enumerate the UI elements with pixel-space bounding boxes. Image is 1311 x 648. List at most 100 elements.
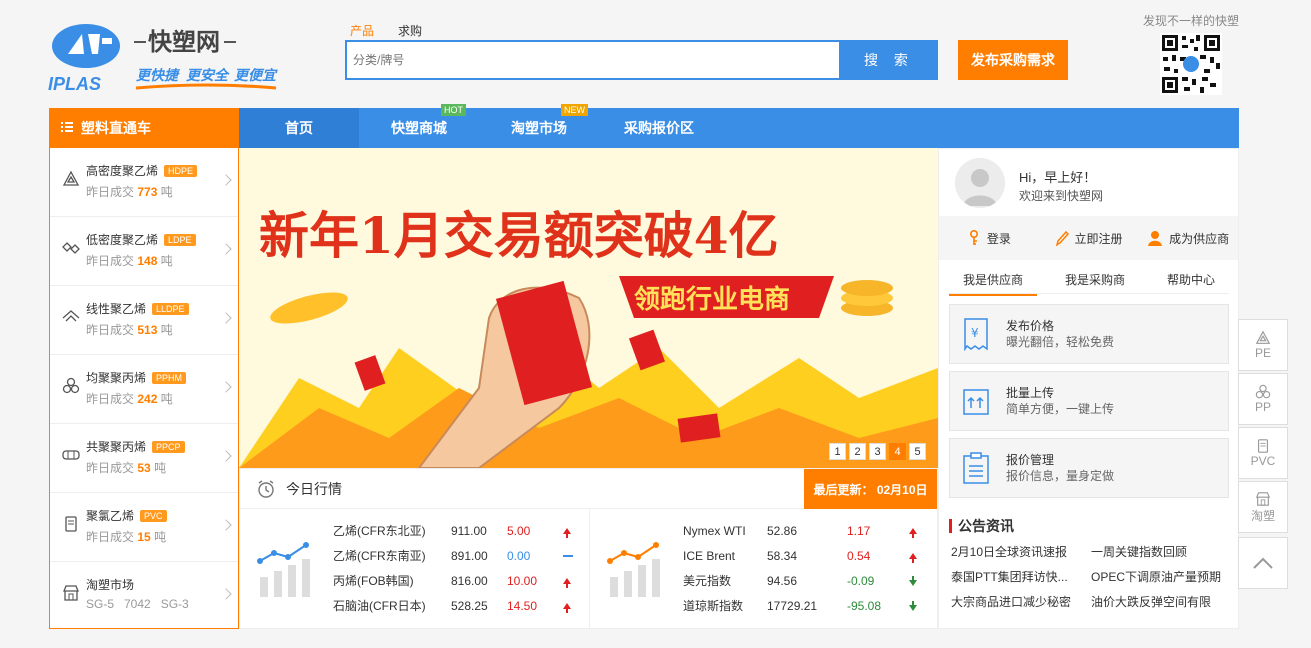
- market-name: 美元指数: [683, 574, 732, 588]
- notice-section: 公告资讯 2月10日全球资讯速报 一周关键指数回顾 泰国PTT集团拜访快... …: [939, 511, 1238, 628]
- sidebar-item-pvc[interactable]: 聚氯乙烯 PVC 昨日成交 15 吨: [50, 493, 238, 562]
- nav-quote[interactable]: 采购报价区: [599, 108, 719, 148]
- batch-upload-card[interactable]: 批量上传 简单方便，一键上传: [949, 371, 1229, 431]
- qr-caption: 发现不一样的快塑: [1143, 14, 1240, 28]
- card-desc: 简单方便，一键上传: [1006, 402, 1115, 416]
- become-supplier-button[interactable]: 成为供应商: [1138, 230, 1238, 247]
- market-header: 今日行情 最后更新： 02月10日: [240, 469, 937, 509]
- quote-manage-card[interactable]: 报价管理 报价信息，量身定做: [949, 438, 1229, 498]
- material-tag: HDPE: [164, 164, 198, 177]
- key-icon: [969, 230, 978, 245]
- publish-request-button[interactable]: 发布采购需求: [958, 40, 1068, 80]
- market-row[interactable]: ICE Brent 58.34 0.54: [683, 543, 917, 568]
- notice-link[interactable]: 2月10日全球资讯速报: [951, 543, 1067, 560]
- avatar[interactable]: [955, 158, 1005, 208]
- notice-link[interactable]: OPEC下调原油产量预期: [1091, 568, 1221, 585]
- back-to-top-button[interactable]: [1238, 537, 1288, 589]
- sidebar-item-name: 低密度聚乙烯: [86, 233, 159, 247]
- chevron-up-icon: [1253, 557, 1273, 569]
- header: IPLAS 快塑网 更快捷 更安全 更便宜 产品 求购 搜 索 发布采购需求 发…: [0, 0, 1311, 108]
- float-pe[interactable]: PE: [1238, 319, 1288, 371]
- register-button[interactable]: 立即注册: [1039, 230, 1139, 247]
- welcome-text: 欢迎来到快塑网: [1019, 189, 1104, 203]
- price-document-icon: ¥: [964, 318, 988, 351]
- market-price: 891.00: [451, 548, 488, 563]
- notice-link[interactable]: 大宗商品进口减少秘密: [951, 593, 1071, 610]
- float-label: PP: [1254, 400, 1271, 414]
- sidebar-item-ppcp[interactable]: 共聚聚丙烯 PPCP 昨日成交 53 吨: [50, 424, 238, 493]
- float-pp[interactable]: PP: [1238, 373, 1288, 425]
- pvc-icon: [65, 516, 77, 532]
- sidebar-item-market[interactable]: 淘塑市场 SG-5 7042 SG-3: [50, 562, 238, 631]
- float-pvc[interactable]: PVC: [1238, 427, 1288, 479]
- iplas-logo[interactable]: IPLAS 快塑网 更快捷 更安全 更便宜: [48, 16, 288, 96]
- publish-price-card[interactable]: ¥ 发布价格 曝光翻倍，轻松免费: [949, 304, 1229, 364]
- volume-unit: 吨: [154, 530, 167, 544]
- volume-label: 昨日成交: [86, 392, 135, 406]
- tab-product[interactable]: 产品: [350, 22, 374, 39]
- pager-3[interactable]: 3: [869, 443, 886, 460]
- market-price: 528.25: [451, 598, 488, 613]
- register-label: 立即注册: [1074, 231, 1123, 246]
- sidebar-item-hdpe[interactable]: 高密度聚乙烯 HDPE 昨日成交 773 吨: [50, 148, 238, 217]
- float-market[interactable]: 淘塑: [1238, 481, 1288, 533]
- category-header[interactable]: 塑料直通车: [49, 108, 239, 148]
- banner-pager: 1 2 3 4 5: [829, 443, 926, 460]
- card-title: 批量上传: [1006, 386, 1055, 400]
- pager-5[interactable]: 5: [909, 443, 926, 460]
- promo-banner[interactable]: 新年1月交易额突破4亿 领跑行业电商 1 2 3 4 5: [239, 148, 938, 468]
- pager-4[interactable]: 4: [889, 443, 906, 460]
- search-input[interactable]: [353, 53, 839, 67]
- pe-icon: [1255, 330, 1271, 344]
- nav-quote-label: 采购报价区: [624, 120, 694, 136]
- search-button[interactable]: 搜 索: [840, 40, 938, 80]
- alarm-clock-icon: [258, 479, 274, 498]
- pencil-icon: [1055, 230, 1069, 246]
- person-icon: [1148, 231, 1163, 246]
- tab-purchase[interactable]: 求购: [398, 22, 422, 39]
- market-price: 58.34: [767, 548, 798, 563]
- sidebar-item-ldpe[interactable]: 低密度聚乙烯 LDPE 昨日成交 148 吨: [50, 217, 238, 286]
- market-change: 1.17: [847, 523, 871, 538]
- nav-home[interactable]: 首页: [239, 108, 359, 148]
- tab-help[interactable]: 帮助中心: [1153, 269, 1229, 296]
- main-nav: 首页 快塑商城 HOT 淘塑市场 NEW 采购报价区: [239, 104, 1239, 148]
- tab-supplier[interactable]: 我是供应商: [949, 269, 1038, 296]
- volume-unit: 吨: [160, 392, 173, 406]
- nav-mall[interactable]: 快塑商城 HOT: [359, 104, 479, 148]
- login-button[interactable]: 登录: [939, 230, 1039, 247]
- market-row[interactable]: 乙烯(CFR东南亚) 891.00 0.00: [333, 543, 573, 568]
- volume-value: 148: [137, 254, 158, 268]
- market-row[interactable]: 丙烯(FOB韩国) 816.00 10.00: [333, 568, 571, 593]
- market-price: 816.00: [451, 573, 488, 588]
- float-label: PVC: [1250, 454, 1276, 468]
- clipboard-icon: [963, 452, 989, 484]
- market-row[interactable]: 美元指数 94.56 -0.09: [683, 568, 917, 593]
- market-price: 94.56: [767, 573, 798, 588]
- notice-link[interactable]: 泰国PTT集团拜访快...: [951, 568, 1068, 585]
- volume-label: 昨日成交: [86, 530, 135, 544]
- sidebar-item-name: 聚氯乙烯: [86, 509, 135, 523]
- sidebar-item-name: 共聚聚丙烯: [86, 440, 147, 454]
- nav-market[interactable]: 淘塑市场 NEW: [479, 104, 599, 148]
- market-name: 乙烯(CFR东南亚): [333, 549, 426, 563]
- sidebar-item-pphm[interactable]: 均聚聚丙烯 PPHM 昨日成交 242 吨: [50, 355, 238, 424]
- market-row[interactable]: 道琼斯指数 17729.21 -95.08: [683, 593, 917, 618]
- pager-1[interactable]: 1: [829, 443, 846, 460]
- market-price: 911.00: [451, 523, 487, 538]
- market-row[interactable]: 石脑油(CFR日本) 528.25 14.50: [333, 593, 571, 618]
- market-row[interactable]: 乙烯(CFR东北亚) 911.00 5.00: [333, 518, 571, 543]
- market-codes: SG-5 7042 SG-3: [86, 597, 189, 611]
- notice-header: 公告资讯: [949, 516, 1014, 536]
- pager-2[interactable]: 2: [849, 443, 866, 460]
- notice-link[interactable]: 一周关键指数回顾: [1091, 543, 1187, 560]
- sidebar-item-lldpe[interactable]: 线性聚乙烯 LLDPE 昨日成交 513 吨: [50, 286, 238, 355]
- market-panel: 今日行情 最后更新： 02月10日 乙烯(CFR东北亚) 911.00 5.00…: [239, 468, 938, 629]
- market-row[interactable]: Nymex WTI 52.86 1.17: [683, 518, 917, 543]
- arrow-up-icon: [563, 527, 571, 538]
- notice-link[interactable]: 油价大跌反弹空间有限: [1091, 593, 1211, 610]
- pphm-icon: [62, 377, 80, 394]
- tab-buyer[interactable]: 我是采购商: [1051, 269, 1139, 296]
- arrow-down-icon: [909, 575, 917, 586]
- ppcp-icon: [62, 450, 80, 460]
